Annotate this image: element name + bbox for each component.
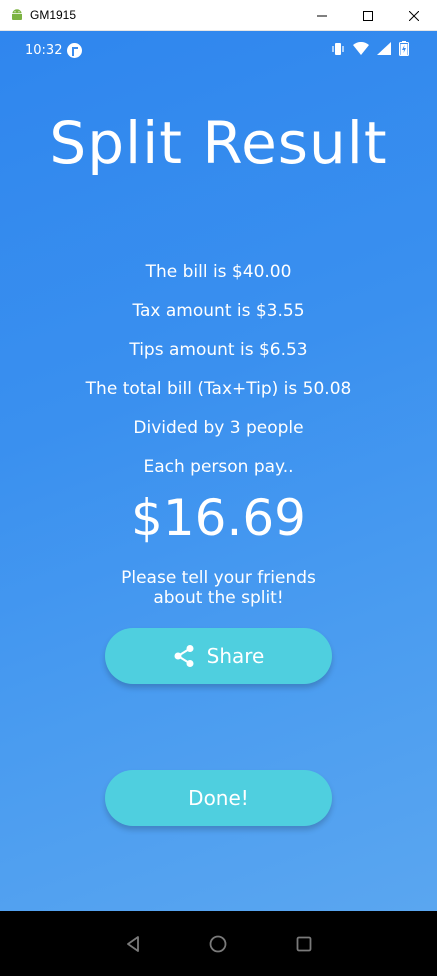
close-button[interactable] (391, 0, 437, 31)
window-title: GM1915 (30, 8, 77, 22)
divided-by-text: Divided by 3 people (133, 418, 304, 438)
tell-friends-text: Please tell your friends about the split… (0, 568, 437, 608)
each-person-text: Each person pay.. (143, 457, 294, 477)
window-titlebar: GM1915 (0, 0, 437, 31)
vibrate-icon (332, 42, 344, 55)
share-button-label: Share (206, 644, 265, 668)
notification-icon (67, 43, 82, 58)
recents-icon (296, 936, 312, 951)
back-button[interactable] (123, 934, 143, 954)
home-button[interactable] (208, 934, 228, 954)
page-title: Split Result (49, 109, 388, 177)
recents-button[interactable] (294, 934, 314, 954)
wifi-icon (353, 42, 369, 55)
tell-friends-line-1: Please tell your friends (121, 568, 316, 588)
app-screen: 10:32 Split Result The bill is $40.00 Ta… (0, 31, 437, 911)
done-button-label: Done! (188, 786, 249, 810)
status-bar: 10:32 (0, 31, 437, 71)
total-bill-text: The total bill (Tax+Tip) is 50.08 (85, 379, 352, 399)
bill-amount-text: The bill is $40.00 (145, 262, 292, 282)
maximize-button[interactable] (345, 0, 391, 31)
done-button[interactable]: Done! (105, 770, 332, 826)
minimize-button[interactable] (299, 0, 345, 31)
back-icon (126, 935, 139, 952)
signal-icon (377, 42, 391, 55)
share-button[interactable]: Share (105, 628, 332, 684)
android-icon (9, 7, 25, 23)
share-icon (174, 645, 194, 667)
battery-icon (399, 41, 409, 56)
tax-amount-text: Tax amount is $3.55 (132, 301, 305, 321)
tell-friends-line-2: about the split! (153, 588, 284, 608)
status-time: 10:32 (25, 43, 63, 58)
per-person-amount: $16.69 (131, 489, 306, 547)
system-icons (331, 41, 409, 56)
navigation-bar (0, 911, 437, 976)
home-icon (210, 935, 227, 952)
tips-amount-text: Tips amount is $6.53 (129, 340, 308, 360)
